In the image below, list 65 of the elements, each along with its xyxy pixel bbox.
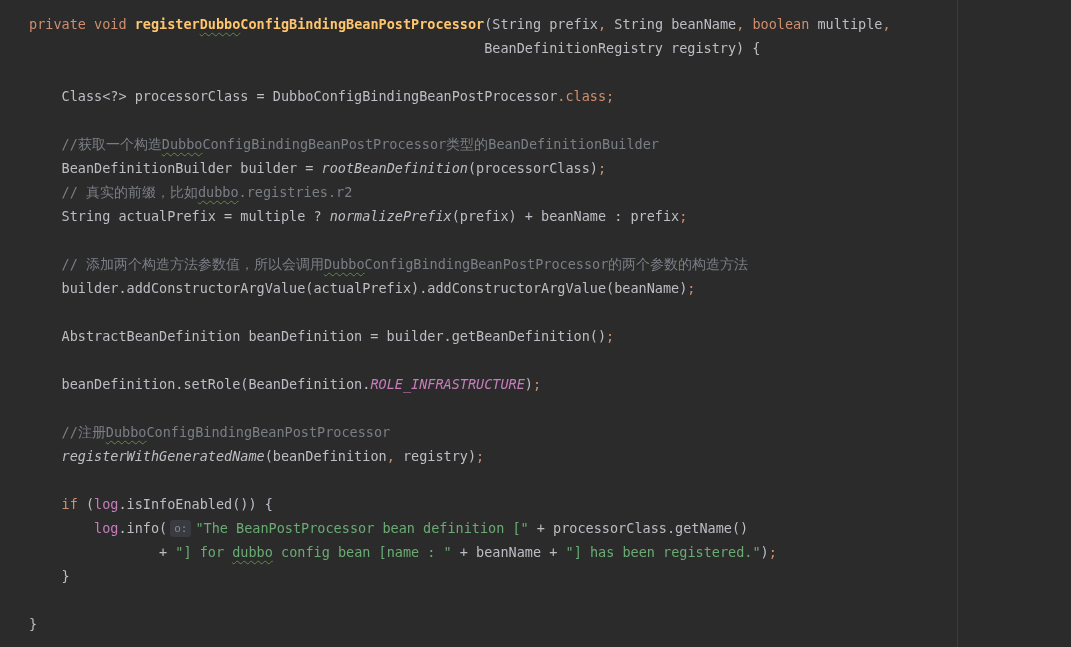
string-literal: "] has been registered." xyxy=(565,544,761,560)
code-text: multiple xyxy=(817,16,883,32)
code-text: builder.addConstructorArgValue(actualPrefix).addConstructorArgValue(beanName) xyxy=(61,280,688,296)
keyword: ; xyxy=(532,376,542,392)
method-call: normalizePrefix xyxy=(329,208,452,224)
keyword: ; xyxy=(768,544,777,560)
method-name: register xyxy=(134,16,200,32)
code-comment: .registries.r2 xyxy=(238,184,353,200)
code-text: + processorClass.getName() xyxy=(536,520,749,536)
keyword: ; xyxy=(687,280,696,296)
string-literal: dubbo xyxy=(232,544,273,560)
field-name: log xyxy=(94,496,119,512)
code-text: beanDefinition.setRole(BeanDefinition. xyxy=(61,376,371,392)
field-name: log xyxy=(94,520,119,536)
code-text: } xyxy=(61,568,70,584)
code-comment: // 真实的前缀，比如 xyxy=(61,184,198,200)
code-text: + xyxy=(159,544,169,560)
code-text: ) xyxy=(760,544,769,560)
code-text: BeanDefinitionRegistry registry) { xyxy=(484,40,761,56)
parameter-hint: o: xyxy=(170,520,192,537)
code-text: } xyxy=(29,616,38,632)
code-text: ( xyxy=(85,496,95,512)
code-comment: Dubbo xyxy=(323,256,365,272)
keyword: private void xyxy=(29,16,128,32)
code-text: BeanDefinitionBuilder builder = xyxy=(61,160,315,176)
keyword: , xyxy=(882,16,891,32)
code-text: + beanName + xyxy=(459,544,559,560)
keyword: if xyxy=(61,496,79,512)
code-comment: //获取一个构造 xyxy=(61,136,162,152)
method-call: registerWithGeneratedName xyxy=(61,448,265,464)
code-text: .info( xyxy=(118,520,168,536)
code-comment: ConfigBindingBeanPostProcessor类型的BeanDefinitionBuilder xyxy=(202,136,659,152)
code-text: AbstractBeanDefinition beanDefinition = builder.getBeanDefinition() xyxy=(61,328,607,344)
code-comment: // 添加两个构造方法参数值，所以会调用 xyxy=(61,256,324,272)
string-literal: "The BeanPostProcessor bean definition [" xyxy=(195,520,529,536)
code-comment: Dubbo xyxy=(161,136,203,152)
method-call: rootBeanDefinition xyxy=(321,160,468,176)
code-text: String actualPrefix = multiple ? xyxy=(61,208,323,224)
code-comment: dubbo xyxy=(197,184,239,200)
code-text: (String prefix xyxy=(484,16,598,32)
code-text: (processorClass) xyxy=(467,160,598,176)
code-text: Class<?> processorClass = DubboConfigBindingBeanPostProcessor xyxy=(61,88,558,104)
keyword: , boolean xyxy=(736,16,811,32)
keyword: .class; xyxy=(557,88,615,104)
keyword: ; xyxy=(606,328,615,344)
code-comment: Dubbo xyxy=(105,424,147,440)
keyword: ; xyxy=(597,160,607,176)
code-text: .isInfoEnabled()) { xyxy=(118,496,273,512)
code-text: (prefix) + beanName : prefix xyxy=(451,208,680,224)
code-comment: //注册 xyxy=(61,424,106,440)
code-comment: ConfigBindingBeanPostProcessor xyxy=(146,424,391,440)
keyword: ; xyxy=(679,208,688,224)
code-comment: ConfigBindingBeanPostProcessor的两个参数的构造方法 xyxy=(364,256,749,272)
code-text: registry) xyxy=(402,448,477,464)
code-text: ) xyxy=(524,376,533,392)
constant-name: ROLE_INFRASTRUCTURE xyxy=(370,376,525,392)
string-literal: "] for xyxy=(175,544,226,560)
method-name: ConfigBindingBeanPostProcessor xyxy=(240,16,485,32)
code-text: String beanName xyxy=(614,16,737,32)
keyword: , xyxy=(386,448,396,464)
code-text: (beanDefinition xyxy=(264,448,387,464)
string-literal: config bean [name : " xyxy=(281,544,452,560)
keyword: ; xyxy=(476,448,485,464)
method-name: Dubbo xyxy=(199,16,241,32)
keyword: , xyxy=(598,16,608,32)
